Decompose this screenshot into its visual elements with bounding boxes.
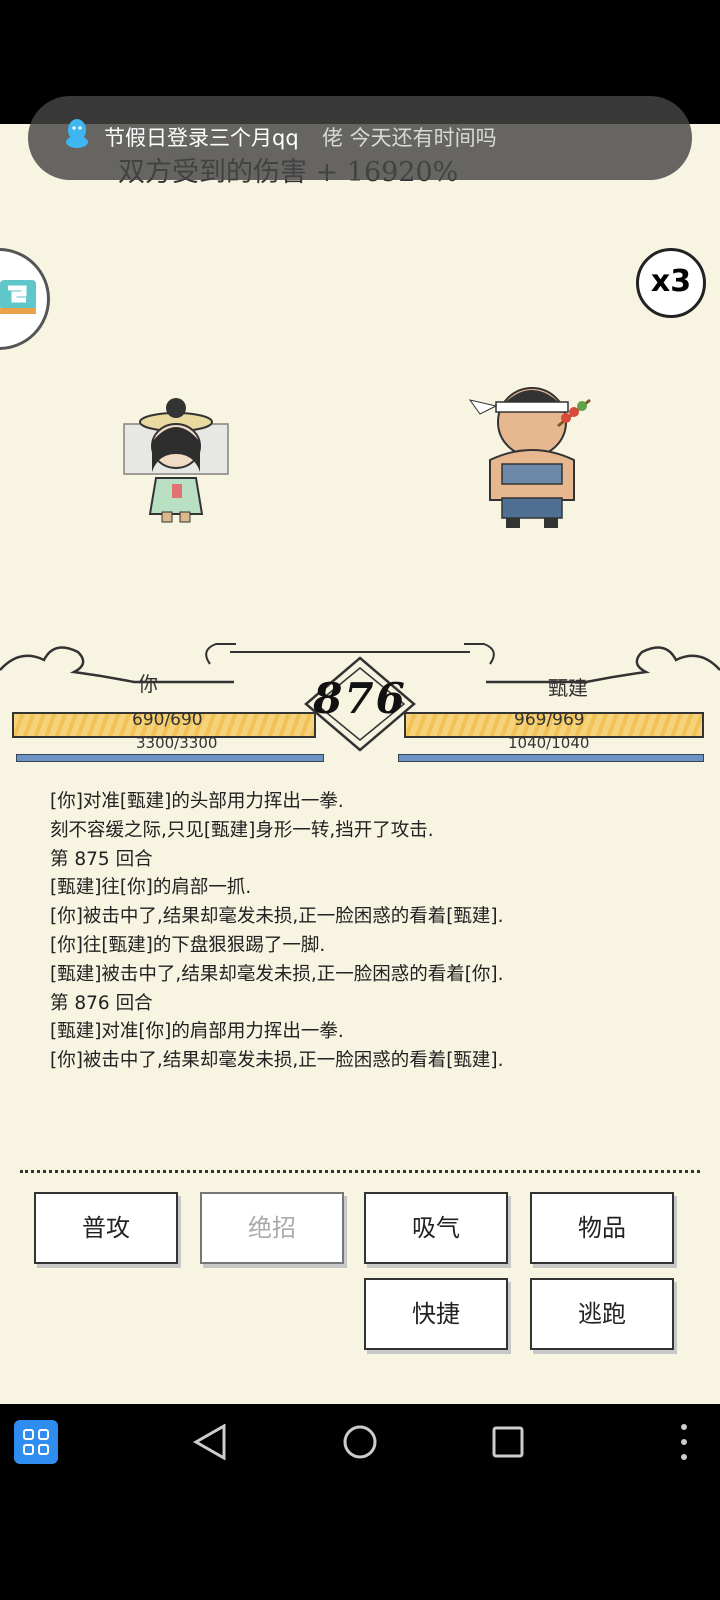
breathe-button[interactable]: 吸气 (364, 1192, 508, 1264)
player-mp-text: 3300/3300 (136, 734, 218, 752)
attack-button[interactable]: 普攻 (34, 1192, 178, 1264)
log-line: [你]往[甄建]的下盘狠狠踢了一脚. (50, 934, 326, 956)
notification-banner[interactable]: 节假日登录三个月qq 佬 今天还有时间吗 (28, 96, 692, 180)
flee-button[interactable]: 逃跑 (530, 1278, 674, 1350)
home-circle-icon[interactable] (342, 1424, 378, 1464)
divider (20, 1170, 700, 1173)
side-event-icon[interactable] (0, 248, 50, 350)
battle-screen: 双方受到的伤害 + 16920% x3 (0, 124, 720, 1404)
log-line: 第 876 回合 (50, 992, 153, 1014)
notification-title: 节假日登录三个月qq (104, 126, 299, 150)
system-nav-bar (0, 1404, 720, 1480)
app-grid-icon[interactable] (14, 1420, 58, 1468)
log-line: 刻不容缓之际,只见[甄建]身形一转,挡开了攻击. (50, 819, 434, 841)
round-counter: 876 (313, 674, 407, 723)
log-line: [甄建]被击中了,结果却毫发未损,正一脸困惑的看着[你]. (50, 963, 504, 985)
log-line: 第 875 回合 (50, 848, 153, 870)
qq-penguin-icon (64, 118, 90, 148)
enemy-mp-text: 1040/1040 (508, 734, 590, 752)
back-triangle-icon[interactable] (192, 1423, 228, 1464)
notification-message: 佬 今天还有时间吗 (322, 126, 497, 150)
log-line: [你]对准[甄建]的头部用力挥出一拳. (50, 791, 344, 812)
enemy-hp-text: 969/969 (514, 710, 585, 730)
player-mp-bar (16, 754, 324, 762)
enemy-name: 甄建 (548, 676, 588, 700)
enemy-character (462, 360, 602, 530)
items-button[interactable]: 物品 (530, 1192, 674, 1264)
log-line: [甄建]往[你]的肩部一抓. (50, 877, 252, 899)
log-line: [甄建]对准[你]的肩部用力挥出一拳. (50, 1021, 344, 1043)
player-hp-text: 690/690 (132, 710, 203, 730)
ultimate-button[interactable]: 绝招 (200, 1192, 344, 1264)
battle-log: [你]对准[甄建]的头部用力挥出一拳. 刻不容缓之际,只见[甄建]身形一转,挡开… (50, 788, 690, 1076)
log-line: [你]被击中了,结果却毫发未损,正一脸困惑的看着[甄建]. (50, 906, 504, 928)
quick-button[interactable]: 快捷 (364, 1278, 508, 1350)
enemy-mp-bar (398, 754, 704, 762)
player-character (118, 394, 238, 524)
more-vertical-icon[interactable] (678, 1422, 690, 1466)
player-name: 你 (138, 672, 158, 696)
speed-toggle-button[interactable]: x3 (636, 248, 706, 318)
log-line: [你]被击中了,结果却毫发未损,正一脸困惑的看着[甄建]. (50, 1050, 504, 1072)
recents-square-icon[interactable] (492, 1426, 524, 1462)
